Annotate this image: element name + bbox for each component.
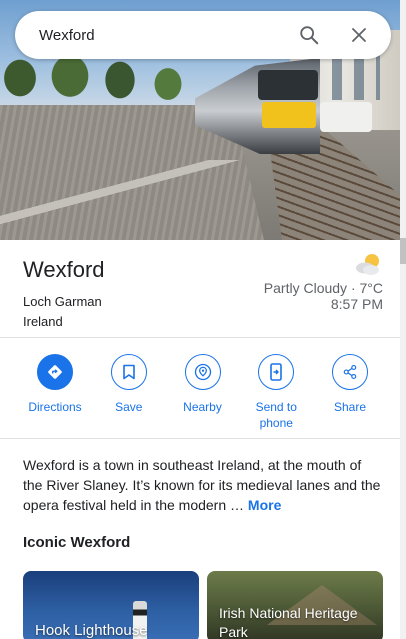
search-icon[interactable] xyxy=(289,15,329,55)
place-subtitle: Loch Garman Ireland xyxy=(23,292,105,332)
divider xyxy=(0,337,400,338)
directions-label: Directions xyxy=(28,400,82,414)
scrollbar[interactable] xyxy=(400,0,406,639)
nearby-label: Nearby xyxy=(183,400,222,414)
directions-button[interactable]: Directions xyxy=(20,354,90,431)
send-to-phone-button[interactable]: Send to phone xyxy=(241,354,311,431)
place-title: Wexford xyxy=(23,257,105,282)
share-button[interactable]: Share xyxy=(315,354,385,431)
save-label: Save xyxy=(115,400,143,414)
partly-cloudy-icon xyxy=(351,251,383,275)
close-icon[interactable] xyxy=(339,15,379,55)
send-to-phone-label: Send to phone xyxy=(255,400,297,430)
search-input[interactable]: Wexford xyxy=(39,27,289,44)
card-label: Hook Lighthouse xyxy=(35,622,148,639)
nearby-button[interactable]: Nearby xyxy=(168,354,238,431)
card-label: Irish National Heritage Park xyxy=(219,605,358,639)
place-header: Wexford Loch Garman Ireland xyxy=(23,257,105,332)
section-title-iconic: Iconic Wexford xyxy=(23,534,131,551)
iconic-card-hook-lighthouse[interactable]: Hook Lighthouse xyxy=(23,571,199,639)
more-link[interactable]: More xyxy=(248,497,281,513)
weather-info: Partly Cloudy · 7°C 8:57 PM xyxy=(264,251,383,312)
action-bar: Directions Save Nearby Send to phone Sha… xyxy=(20,354,385,431)
search-bar[interactable]: Wexford xyxy=(15,11,391,59)
share-icon[interactable] xyxy=(332,354,368,390)
save-button[interactable]: Save xyxy=(94,354,164,431)
place-description: Wexford is a town in southeast Ireland, … xyxy=(23,455,383,515)
bookmark-icon[interactable] xyxy=(110,354,147,390)
local-time: 8:57 PM xyxy=(330,296,383,312)
send-to-phone-icon[interactable] xyxy=(258,354,295,390)
weather-summary: Partly Cloudy · 7°C xyxy=(263,280,383,296)
description-text: Wexford is a town in southeast Ireland, … xyxy=(23,457,381,513)
place-country: Ireland xyxy=(23,314,63,329)
directions-icon[interactable] xyxy=(37,354,73,390)
photo-train-window xyxy=(258,70,318,100)
photo-train-front xyxy=(262,102,316,128)
photo-curb xyxy=(0,160,260,230)
share-label: Share xyxy=(333,400,367,414)
nearby-icon[interactable] xyxy=(184,354,221,390)
iconic-card-heritage-park[interactable]: Irish National Heritage Park xyxy=(207,571,383,639)
place-alt-name: Loch Garman xyxy=(23,294,102,309)
scrollbar-thumb[interactable] xyxy=(400,238,406,264)
photo-bus xyxy=(320,102,372,132)
divider xyxy=(0,438,400,439)
